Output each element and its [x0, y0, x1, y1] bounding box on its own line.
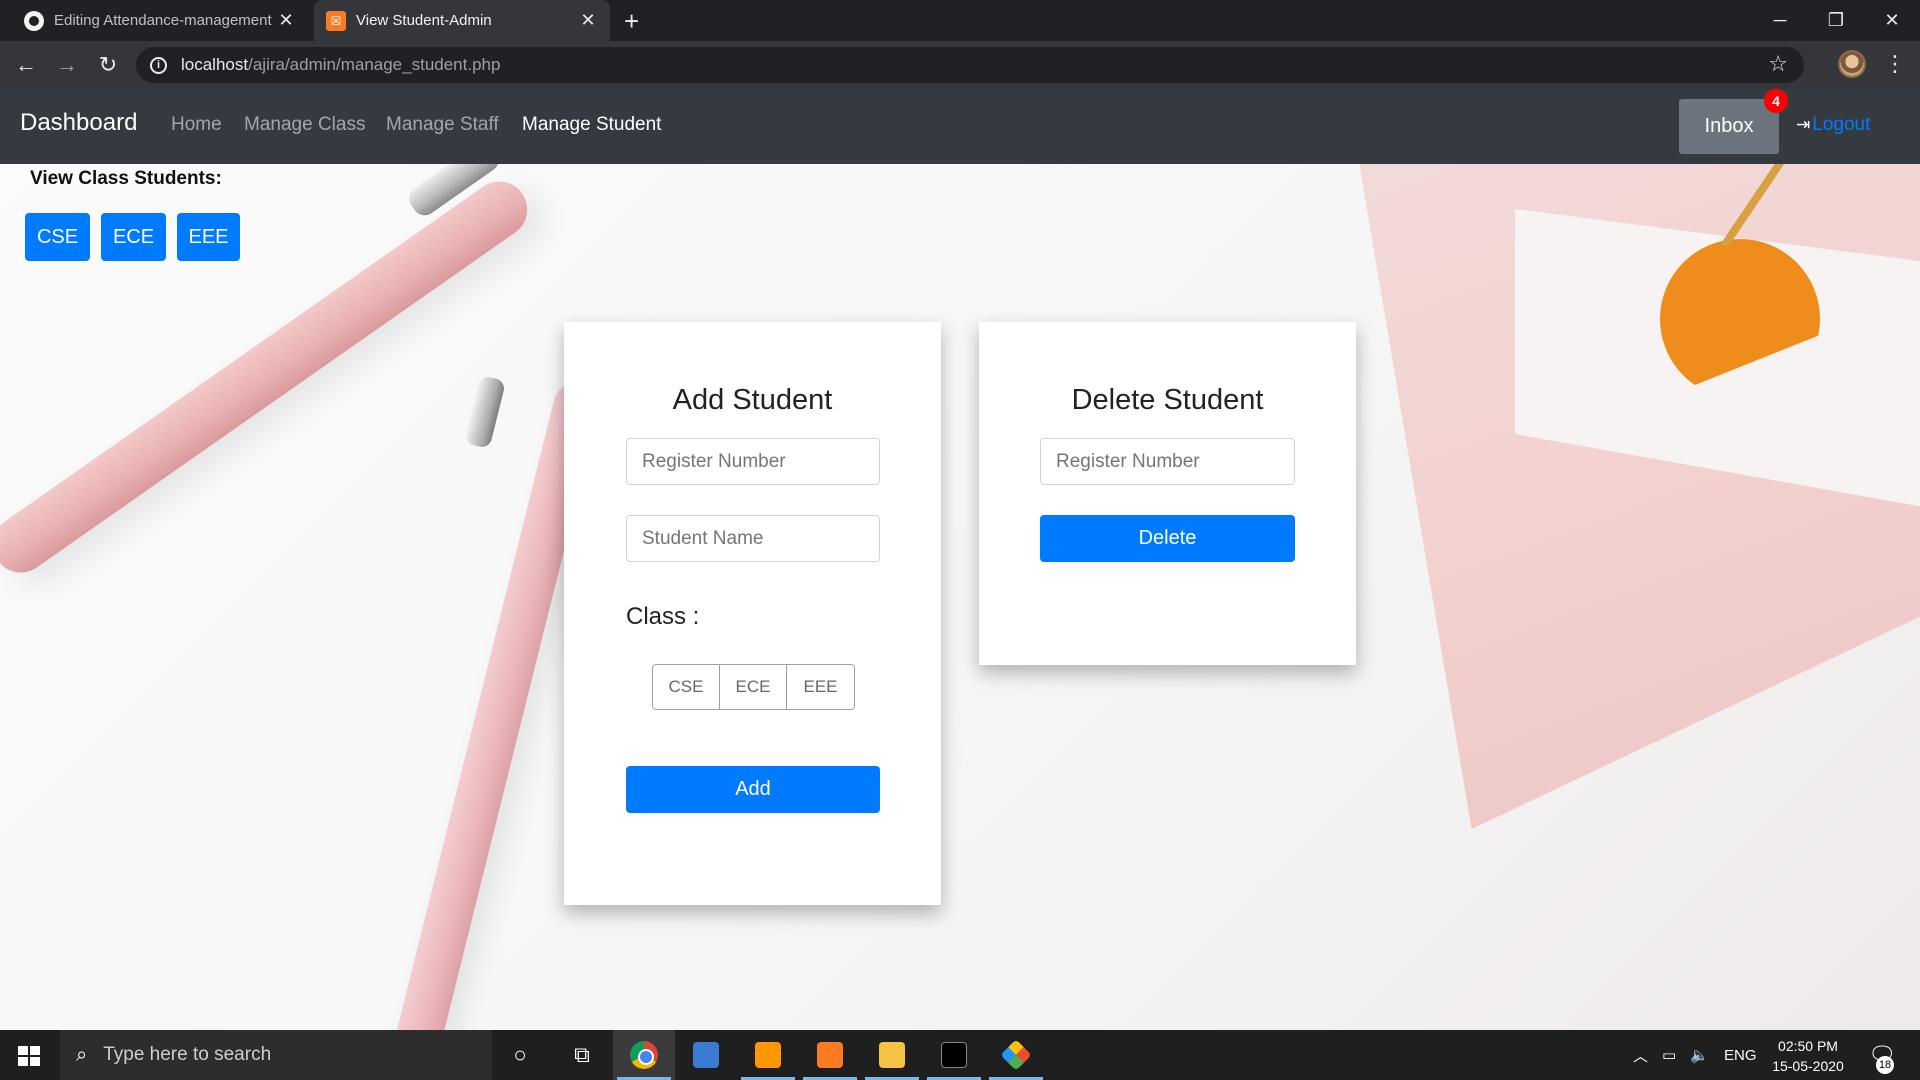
top-navbar: Dashboard Home Manage Class Manage Staff… — [0, 89, 1920, 164]
url-path: /ajira/admin/manage_student.php — [248, 55, 501, 74]
nav-home[interactable]: Home — [171, 114, 222, 136]
back-arrow-icon[interactable]: ← — [10, 49, 42, 81]
notification-count: 18 — [1876, 1056, 1894, 1074]
page-content: Dashboard Home Manage Class Manage Staff… — [0, 89, 1920, 1030]
close-window-button[interactable]: ✕ — [1864, 0, 1920, 41]
taskbar-search[interactable]: ⌕ Type here to search — [60, 1030, 492, 1080]
profile-avatar[interactable] — [1838, 50, 1866, 78]
tab-title: View Student-Admin — [356, 12, 492, 29]
terminal-icon — [941, 1042, 967, 1068]
language-indicator[interactable]: ENG — [1724, 1030, 1757, 1080]
add-register-number-input[interactable] — [626, 438, 880, 485]
xampp-icon — [817, 1042, 843, 1068]
close-tab-icon[interactable]: ✕ — [276, 10, 296, 31]
new-tab-button[interactable]: + — [624, 6, 639, 37]
browser-tab-editing[interactable]: Editing Attendance-management ✕ — [12, 0, 308, 41]
class-button-cse[interactable]: CSE — [25, 213, 90, 261]
battery-icon[interactable]: ▭ — [1662, 1030, 1676, 1080]
search-icon: ⌕ — [76, 1043, 88, 1066]
delete-student-title: Delete Student — [1071, 384, 1264, 416]
url-host: localhost — [181, 55, 249, 74]
browser-tab-view-student[interactable]: ☒ View Student-Admin ✕ — [314, 0, 610, 41]
background-pen-tip — [463, 374, 507, 450]
info-icon[interactable]: i — [150, 56, 167, 74]
class-option-ece[interactable]: ECE — [720, 665, 787, 709]
delete-button[interactable]: Delete — [1040, 515, 1295, 562]
address-bar[interactable]: i localhost/ajira/admin/manage_student.p… — [136, 47, 1804, 83]
restore-button[interactable]: ❐ — [1808, 0, 1864, 41]
nav-manage-student[interactable]: Manage Student — [522, 114, 661, 136]
logout-icon: ⇥ — [1796, 115, 1811, 134]
browser-menu-icon[interactable]: ⋮ — [1884, 50, 1906, 78]
git-taskbar-icon[interactable] — [985, 1030, 1047, 1080]
add-button[interactable]: Add — [626, 766, 880, 813]
laptop-icon — [693, 1042, 719, 1068]
windows-start-icon[interactable] — [18, 1046, 40, 1066]
xampp-icon: ☒ — [326, 10, 346, 31]
windows-taskbar: ⌕ Type here to search ○ ⧉ ︿ ▭ 🔈 ENG 02:5… — [0, 1030, 1920, 1080]
nav-manage-staff[interactable]: Manage Staff — [386, 114, 499, 136]
delete-student-card: Delete Student Delete — [979, 322, 1356, 665]
reload-icon[interactable]: ↻ — [92, 49, 124, 81]
folder-icon — [879, 1042, 905, 1068]
add-student-title: Add Student — [672, 384, 833, 416]
xampp-taskbar-icon[interactable] — [799, 1030, 861, 1080]
clock-time: 02:50 PM — [1778, 1038, 1838, 1054]
delete-register-number-input[interactable] — [1040, 438, 1295, 485]
class-button-ece[interactable]: ECE — [101, 213, 166, 261]
sublime-icon — [755, 1042, 781, 1068]
github-icon — [24, 10, 44, 31]
student-name-input[interactable] — [626, 515, 880, 562]
sublime-taskbar-icon[interactable] — [737, 1030, 799, 1080]
navbar-brand[interactable]: Dashboard — [20, 109, 137, 137]
view-class-label: View Class Students: — [30, 168, 222, 189]
tab-title: Editing Attendance-management — [54, 12, 272, 29]
class-option-eee[interactable]: EEE — [787, 665, 854, 709]
add-student-card: Add Student Class : CSE ECE EEE Add — [564, 322, 941, 905]
browser-tab-strip: Editing Attendance-management ✕ ☒ View S… — [0, 0, 1920, 41]
terminal-taskbar-icon[interactable] — [923, 1030, 985, 1080]
forward-arrow-icon[interactable]: → — [51, 49, 83, 81]
file-explorer-icon[interactable] — [861, 1030, 923, 1080]
cortana-icon[interactable]: ○ — [489, 1030, 551, 1080]
nav-manage-class[interactable]: Manage Class — [244, 114, 365, 136]
class-selector: CSE ECE EEE — [652, 664, 855, 710]
taskbar-clock[interactable]: 02:50 PM 15-05-2020 — [1766, 1036, 1850, 1076]
class-button-eee[interactable]: EEE — [177, 213, 240, 261]
inbox-button[interactable]: Inbox — [1679, 99, 1779, 154]
logout-link[interactable]: ⇥ Logout — [1796, 114, 1870, 136]
class-label: Class : — [626, 603, 700, 630]
chrome-icon — [630, 1041, 658, 1069]
bookmark-star-icon[interactable]: ☆ — [1768, 51, 1788, 77]
volume-icon[interactable]: 🔈 — [1690, 1030, 1709, 1080]
chrome-taskbar-icon[interactable] — [613, 1030, 675, 1080]
tray-chevron-icon[interactable]: ︿ — [1633, 1030, 1648, 1080]
task-view-icon[interactable]: ⧉ — [551, 1030, 613, 1080]
class-option-cse[interactable]: CSE — [653, 665, 720, 709]
inbox-badge: 4 — [1764, 89, 1788, 113]
close-tab-icon[interactable]: ✕ — [578, 10, 598, 31]
git-icon — [1000, 1039, 1032, 1071]
clock-date: 15-05-2020 — [1772, 1058, 1844, 1074]
search-placeholder: Type here to search — [103, 1044, 272, 1065]
minimize-button[interactable]: ─ — [1752, 0, 1808, 41]
browser-toolbar: ← → ↻ i localhost/ajira/admin/manage_stu… — [0, 41, 1920, 89]
logout-label: Logout — [1812, 114, 1871, 135]
laptop-app-icon[interactable] — [675, 1030, 737, 1080]
